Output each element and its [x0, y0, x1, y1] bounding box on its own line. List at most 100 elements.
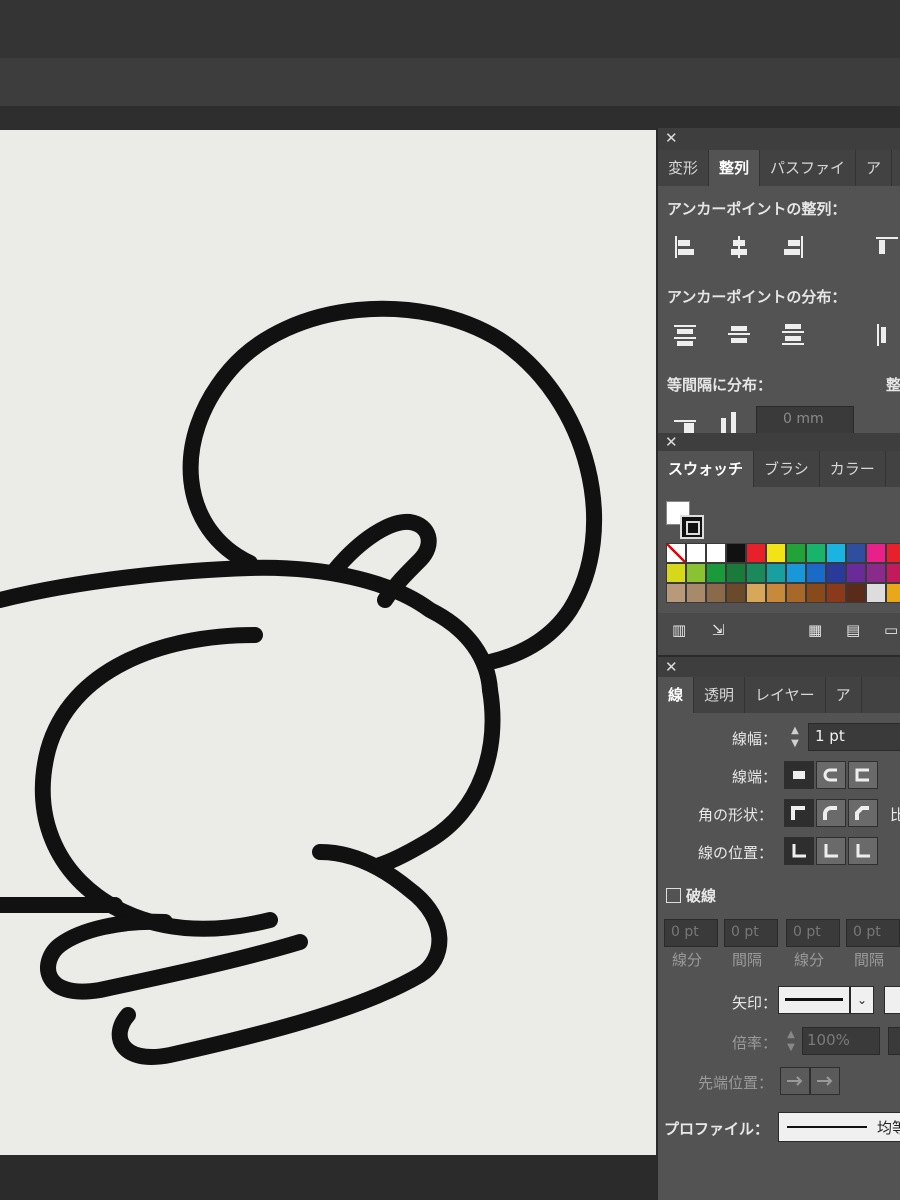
color-swatch[interactable] — [806, 563, 826, 583]
color-swatch[interactable] — [786, 543, 806, 563]
color-swatch[interactable] — [666, 583, 686, 603]
weight-stepper-icon[interactable]: ▲ ▼ — [786, 724, 804, 750]
color-swatch[interactable] — [766, 543, 786, 563]
color-swatch[interactable] — [786, 563, 806, 583]
butt-cap-button[interactable] — [784, 761, 814, 789]
stroke-panel: ✕ 線 透明 レイヤー ア 線幅： ▲▼ 1 pt 線端： 角の形状： 比 線の… — [656, 657, 900, 1200]
color-swatch[interactable] — [726, 543, 746, 563]
color-swatch[interactable] — [826, 543, 846, 563]
bevel-join-button[interactable] — [848, 799, 878, 827]
color-swatch[interactable] — [706, 583, 726, 603]
color-swatch[interactable] — [726, 563, 746, 583]
gap-input-2[interactable]: 0 pt — [846, 919, 900, 947]
close-icon[interactable]: ✕ — [665, 433, 678, 451]
tab-swatches[interactable]: スウォッチ — [658, 451, 755, 487]
color-swatch[interactable] — [866, 583, 886, 603]
scale-stepper-icon[interactable]: ▲ ▼ — [782, 1028, 800, 1054]
anchor-distribute-row — [670, 320, 900, 350]
scale-input[interactable]: 100% — [802, 1027, 880, 1055]
color-swatch[interactable] — [686, 543, 706, 563]
dash-input-1[interactable]: 0 pt — [664, 919, 718, 947]
color-swatch[interactable] — [846, 543, 866, 563]
arrow-end-select[interactable] — [884, 986, 900, 1014]
color-swatch[interactable] — [826, 583, 846, 603]
align-outside-stroke-button[interactable] — [848, 837, 878, 865]
tab-more[interactable]: ア — [856, 150, 893, 186]
round-join-button[interactable] — [816, 799, 846, 827]
distribute-bottom-icon[interactable] — [778, 320, 808, 350]
color-swatch[interactable] — [886, 583, 900, 603]
swatch-import-icon[interactable]: ⇲ — [712, 621, 725, 639]
color-swatch[interactable] — [866, 563, 886, 583]
tab-more[interactable]: ア — [826, 677, 862, 713]
color-swatch[interactable] — [706, 543, 726, 563]
swatch-panel-tabs: スウォッチ ブラシ カラー — [658, 451, 900, 487]
color-swatch[interactable] — [826, 563, 846, 583]
spacing-vertical-icon[interactable] — [670, 408, 700, 433]
tab-align[interactable]: 整列 — [709, 150, 761, 186]
gap-input-1[interactable]: 0 pt — [724, 919, 778, 947]
spacing-input[interactable]: 0 mm — [756, 406, 854, 433]
color-swatch[interactable] — [886, 543, 900, 563]
color-swatch[interactable] — [746, 543, 766, 563]
color-swatch[interactable] — [806, 583, 826, 603]
align-center-stroke-button[interactable] — [784, 837, 814, 865]
color-swatch[interactable] — [846, 563, 866, 583]
color-swatch[interactable] — [846, 583, 866, 603]
stroke-weight-value: 1 pt — [815, 727, 845, 745]
color-swatch[interactable] — [686, 583, 706, 603]
miter-join-button[interactable] — [784, 799, 814, 827]
spacing-horizontal-icon[interactable] — [714, 408, 744, 433]
new-swatch-icon[interactable]: ▤ — [846, 621, 860, 639]
scale-end-input[interactable] — [888, 1027, 900, 1055]
color-swatch[interactable] — [666, 563, 686, 583]
stroke-weight-input[interactable]: 1 pt — [808, 723, 900, 751]
artwork-drawing[interactable] — [0, 130, 656, 1155]
color-swatch[interactable] — [666, 543, 686, 563]
distribute-left-icon[interactable] — [872, 320, 900, 350]
distribute-center-icon[interactable] — [724, 320, 754, 350]
color-swatch[interactable] — [726, 583, 746, 603]
color-swatch[interactable] — [706, 563, 726, 583]
tab-layers[interactable]: レイヤー — [745, 677, 826, 713]
tip-inside-button[interactable] — [810, 1067, 840, 1095]
color-swatch[interactable] — [686, 563, 706, 583]
stroke-weight-label: 線幅： — [732, 730, 778, 748]
color-swatch[interactable] — [886, 563, 900, 583]
align-inside-stroke-button[interactable] — [816, 837, 846, 865]
artboard-canvas[interactable] — [0, 130, 656, 1155]
folder-icon[interactable]: ▭ — [884, 621, 898, 639]
color-swatch[interactable] — [786, 583, 806, 603]
align-left-icon[interactable] — [670, 232, 700, 262]
color-swatch[interactable] — [766, 583, 786, 603]
tip-extend-button[interactable] — [780, 1067, 810, 1095]
tab-transparency[interactable]: 透明 — [694, 677, 746, 713]
close-icon[interactable]: ✕ — [665, 128, 678, 148]
profile-select[interactable]: 均等 — [778, 1112, 900, 1142]
swatch-library-icon[interactable]: ▥ — [672, 621, 686, 639]
color-swatch[interactable] — [766, 563, 786, 583]
distribute-top-icon[interactable] — [670, 320, 700, 350]
tab-pathfinder[interactable]: パスファイ — [760, 150, 857, 186]
align-center-icon[interactable] — [724, 232, 754, 262]
dashed-checkbox[interactable] — [666, 888, 681, 903]
chevron-down-icon[interactable]: ⌄ — [850, 986, 874, 1014]
color-swatch[interactable] — [806, 543, 826, 563]
color-swatch[interactable] — [746, 583, 766, 603]
align-to-label: 整 — [886, 376, 900, 394]
dash-input-2[interactable]: 0 pt — [786, 919, 840, 947]
round-cap-button[interactable] — [816, 761, 846, 789]
tab-transform[interactable]: 変形 — [658, 150, 710, 186]
stroke-color-box[interactable] — [680, 515, 704, 539]
tab-brushes[interactable]: ブラシ — [754, 451, 820, 487]
align-top-icon[interactable] — [872, 232, 900, 262]
tab-stroke[interactable]: 線 — [658, 677, 695, 713]
close-icon[interactable]: ✕ — [665, 657, 678, 677]
tab-color[interactable]: カラー — [820, 451, 886, 487]
projecting-cap-button[interactable] — [848, 761, 878, 789]
color-swatch[interactable] — [746, 563, 766, 583]
arrow-start-select[interactable] — [778, 986, 850, 1014]
color-swatch[interactable] — [866, 543, 886, 563]
swatch-options-icon[interactable]: ▦ — [808, 621, 822, 639]
align-right-icon[interactable] — [778, 232, 808, 262]
